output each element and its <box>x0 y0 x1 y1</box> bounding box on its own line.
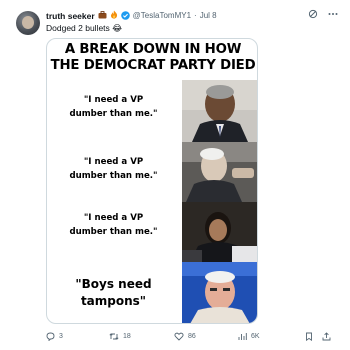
post-top-actions <box>308 9 338 19</box>
meme-panel-2-quote: "I need a VP dumber than me." <box>47 155 180 183</box>
meme-panel-3-quote: "I need a VP dumber than me." <box>47 211 180 239</box>
avatar[interactable] <box>16 11 40 35</box>
meme-panel-4-line2: tampons" <box>80 294 147 308</box>
views-button[interactable]: 6K <box>238 332 260 341</box>
post-header: truth seeker @TeslaTomMY1 · Jul 8 <box>46 10 217 21</box>
meme-title-line1: A BREAK DOWN IN HOW <box>64 42 242 57</box>
display-name[interactable]: truth seeker <box>46 11 95 21</box>
reply-count: 3 <box>59 333 63 340</box>
user-handle[interactable]: @TeslaTomMY1 <box>133 11 191 20</box>
repost-button[interactable]: 18 <box>109 332 131 341</box>
like-button[interactable]: 86 <box>174 332 196 341</box>
meme-panel-3-photo <box>182 202 257 262</box>
meme-panel-4-photo <box>182 262 257 323</box>
meme-panel-2-line1: "I need a VP <box>83 157 144 167</box>
separator-dot: · <box>194 11 197 20</box>
meme-panel-4-quote: "Boys need tampons" <box>47 276 180 310</box>
meme-panel-1-quote: "I need a VP dumber than me." <box>47 93 180 121</box>
meme-panel-1-line2: dumber than me." <box>69 109 158 119</box>
post-date[interactable]: Jul 8 <box>200 11 217 20</box>
meme-panel-3-line2: dumber than me." <box>69 227 158 237</box>
bookmark-button[interactable] <box>305 332 313 341</box>
repost-count: 18 <box>123 333 131 340</box>
meme-panel-2-photo <box>182 142 257 202</box>
share-icon <box>322 332 331 341</box>
meme-panel-2-line2: dumber than me." <box>69 171 158 181</box>
post-text: Dodged 2 bullets 😂 <box>46 23 122 34</box>
meme-panel-1-line1: "I need a VP <box>83 95 144 105</box>
reply-icon <box>46 332 55 341</box>
meme-panel-1-photo <box>182 80 257 142</box>
bookmark-icon <box>306 332 312 341</box>
more-options-icon[interactable] <box>328 12 338 16</box>
reply-button[interactable]: 3 <box>46 332 63 341</box>
views-count: 6K <box>251 333 260 340</box>
fire-icon <box>110 10 118 21</box>
post-actions: 3 18 86 6K <box>46 332 340 346</box>
post[interactable]: truth seeker @TeslaTomMY1 · Jul 8 Dodged… <box>0 0 350 350</box>
meme-title: A BREAK DOWN IN HOW THE DEMOCRAT PARTY D… <box>47 42 257 74</box>
briefcase-icon <box>98 10 107 21</box>
post-text-body: Dodged 2 bullets <box>46 23 110 33</box>
views-chart-icon <box>238 333 247 340</box>
laughing-emoji-icon: 😂 <box>112 23 123 33</box>
meme-title-line2: THE DEMOCRAT PARTY DIED <box>50 58 256 73</box>
post-media[interactable]: A BREAK DOWN IN HOW THE DEMOCRAT PARTY D… <box>46 38 258 324</box>
share-button[interactable] <box>322 332 331 341</box>
repost-icon <box>109 333 119 340</box>
heart-icon <box>174 332 184 341</box>
meme-panel-3-line1: "I need a VP <box>83 213 144 223</box>
grok-icon[interactable] <box>308 9 318 19</box>
meme-panel-4-line1: "Boys need <box>75 277 152 291</box>
like-count: 86 <box>188 333 196 340</box>
verified-badge-icon <box>120 11 130 20</box>
